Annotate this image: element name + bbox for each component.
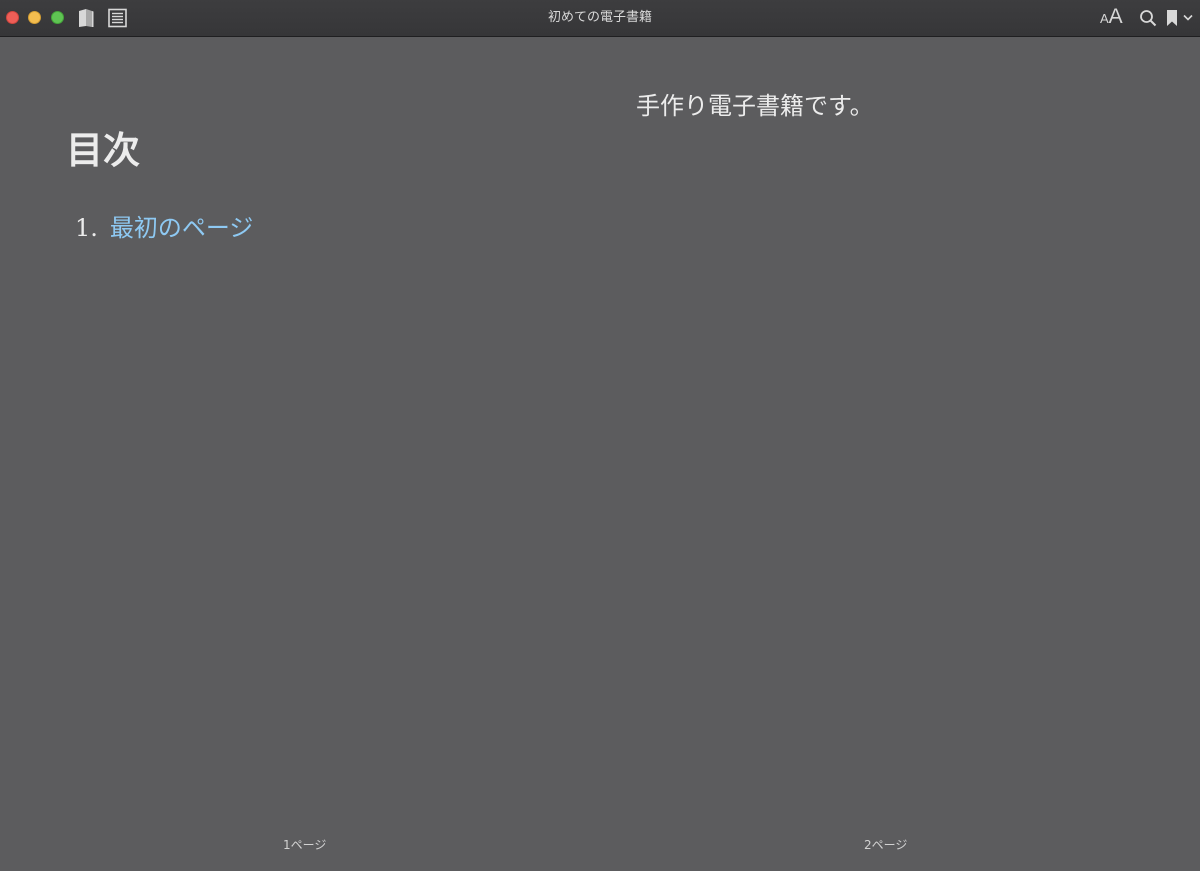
close-window-button[interactable]	[6, 11, 19, 24]
right-page-number: 2ページ	[864, 838, 908, 852]
reader-window: 初めての電子書籍 AA 目次 1. 最初のページ 1ページ 手作り電子書籍です。	[0, 0, 1200, 871]
toc-heading: 目次	[66, 128, 140, 172]
title-bar[interactable]: 初めての電子書籍 AA	[0, 0, 1200, 37]
page-body-text: 手作り電子書籍です。	[636, 92, 874, 120]
toc-link-first-page[interactable]: 最初のページ	[110, 214, 254, 242]
zoom-window-button[interactable]	[51, 11, 64, 24]
bookmark-menu-chevron-down-icon[interactable]	[1183, 14, 1193, 34]
left-page-number: 1ページ	[283, 838, 327, 852]
font-size-button[interactable]: AA	[1100, 5, 1123, 31]
bookmark-icon[interactable]	[1166, 9, 1178, 29]
search-icon[interactable]	[1139, 9, 1157, 29]
font-size-large-glyph: A	[1108, 5, 1123, 28]
table-of-contents-icon[interactable]	[108, 8, 127, 28]
library-icon[interactable]	[77, 8, 95, 28]
toc-item-number: 1.	[75, 214, 98, 242]
font-size-small-glyph: A	[1100, 11, 1109, 26]
toc-list-item: 1. 最初のページ	[75, 208, 253, 243]
window-title: 初めての電子書籍	[547, 10, 652, 25]
minimize-window-button[interactable]	[28, 11, 41, 24]
